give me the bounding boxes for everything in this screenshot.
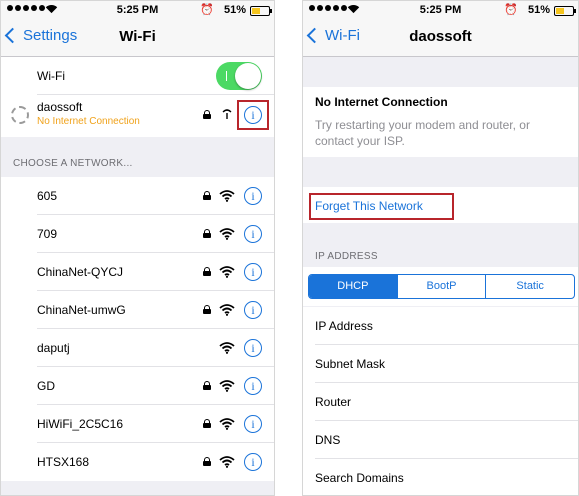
nav-bar: Wi-Fi daossoft — [303, 21, 578, 57]
network-name: HTSX168 — [37, 455, 90, 469]
toggle-knob — [235, 63, 261, 89]
network-row[interactable]: 709 i — [1, 215, 274, 253]
lock-icon — [203, 110, 211, 119]
back-to-settings-button[interactable]: Settings — [4, 27, 78, 44]
wifi-signal-icon — [219, 190, 235, 202]
warning-line-2: contact your ISP. — [315, 134, 405, 148]
network-name: GD — [37, 379, 55, 393]
network-name: 605 — [37, 189, 58, 203]
wifi-signal-icon — [219, 266, 235, 278]
ip-setting-label: DNS — [315, 433, 341, 447]
warning-line-1: Try restarting your modem and router, or — [315, 118, 530, 132]
network-row[interactable]: HTSX168 i — [1, 443, 274, 481]
network-row[interactable]: HiWiFi_2C5C16 i — [1, 405, 274, 443]
ip-setting-row[interactable]: Router — [303, 383, 578, 421]
connected-network-row[interactable]: daossoft No Internet Connection i — [1, 95, 274, 137]
wifi-label: Wi-Fi — [37, 69, 65, 83]
ip-mode-segmented-control: DHCP BootP Static — [308, 274, 575, 299]
info-icon[interactable]: i — [244, 415, 262, 433]
lock-icon — [203, 191, 211, 200]
ip-setting-label: IP Address — [315, 319, 373, 333]
battery-percent: 51% — [223, 4, 246, 16]
ip-setting-label: Router — [315, 395, 352, 409]
segment-bootp[interactable]: BootP — [396, 275, 486, 298]
ip-setting-row[interactable]: IP Address — [303, 307, 578, 345]
back-label: Wi-Fi — [325, 27, 360, 44]
segment-dhcp[interactable]: DHCP — [309, 275, 397, 298]
status-bar: 5:25 PM ⏰ 51% — [303, 1, 578, 21]
back-label: Settings — [23, 27, 78, 44]
network-row[interactable]: ChinaNet-QYCJ i — [1, 253, 274, 291]
ip-setting-label: Search Domains — [315, 471, 404, 485]
lock-icon — [203, 381, 211, 390]
ip-address-header: IP ADDRESS — [315, 251, 378, 262]
wifi-toggle-row: Wi-Fi — [1, 57, 274, 95]
wifi-toggle[interactable] — [216, 62, 262, 90]
info-icon[interactable]: i — [244, 187, 262, 205]
ip-setting-row[interactable]: DNS — [303, 421, 578, 459]
ip-setting-row[interactable]: Search Domains — [303, 459, 578, 495]
wifi-signal-icon — [219, 342, 235, 354]
chevron-left-icon — [306, 27, 323, 44]
connection-status: No Internet Connection — [37, 116, 140, 127]
wifi-settings-screen: 5:25 PM ⏰ 51% Settings Wi-Fi Wi-Fi daoss… — [0, 0, 275, 496]
alarm-icon: ⏰ — [200, 4, 214, 16]
status-bar: 5:25 PM ⏰ 51% — [1, 1, 274, 21]
lock-icon — [203, 229, 211, 238]
lock-icon — [203, 267, 211, 276]
info-icon[interactable]: i — [244, 377, 262, 395]
back-to-wifi-button[interactable]: Wi-Fi — [306, 27, 360, 44]
wifi-warning-icon — [222, 109, 232, 119]
network-name: daputj — [37, 341, 70, 355]
no-internet-warning: No Internet Connection Try restarting yo… — [303, 87, 578, 157]
info-icon[interactable]: i — [244, 301, 262, 319]
network-row[interactable]: daputj i — [1, 329, 274, 367]
battery-percent: 51% — [527, 4, 550, 16]
forget-network-row: Forget This Network — [303, 187, 578, 223]
connected-network-name: daossoft — [37, 100, 83, 114]
alarm-icon: ⏰ — [504, 4, 518, 16]
ip-setting-row[interactable]: Subnet Mask — [303, 345, 578, 383]
network-name: ChinaNet-umwG — [37, 303, 126, 317]
network-row[interactable]: ChinaNet-umwG i — [1, 291, 274, 329]
segment-static[interactable]: Static — [485, 275, 574, 298]
loading-spinner-icon — [11, 106, 29, 124]
wifi-signal-icon — [219, 456, 235, 468]
chevron-left-icon — [4, 27, 21, 44]
section-header: CHOOSE A NETWORK... — [13, 158, 133, 169]
nav-bar: Settings Wi-Fi — [1, 21, 274, 57]
lock-icon — [203, 305, 211, 314]
info-icon[interactable]: i — [244, 225, 262, 243]
wifi-signal-icon — [219, 228, 235, 240]
ip-setting-label: Subnet Mask — [315, 357, 386, 371]
wifi-signal-icon — [219, 418, 235, 430]
network-name: HiWiFi_2C5C16 — [37, 417, 124, 431]
network-name: 709 — [37, 227, 58, 241]
toggle-on-indicator — [226, 71, 227, 81]
wifi-signal-icon — [219, 304, 235, 316]
warning-title: No Internet Connection — [315, 95, 448, 109]
network-row[interactable]: GD i — [1, 367, 274, 405]
wifi-signal-icon — [219, 380, 235, 392]
network-row[interactable]: 605 i — [1, 177, 274, 215]
lock-icon — [203, 419, 211, 428]
info-icon[interactable]: i — [244, 263, 262, 281]
network-detail-screen: 5:25 PM ⏰ 51% Wi-Fi daossoft No Internet… — [302, 0, 579, 496]
battery-icon — [554, 6, 576, 16]
forget-button-highlight — [309, 193, 454, 220]
lock-icon — [203, 457, 211, 466]
battery-icon — [250, 6, 272, 16]
info-button-highlight — [237, 100, 269, 130]
info-icon[interactable]: i — [244, 339, 262, 357]
info-icon[interactable]: i — [244, 453, 262, 471]
network-name: ChinaNet-QYCJ — [37, 265, 124, 279]
